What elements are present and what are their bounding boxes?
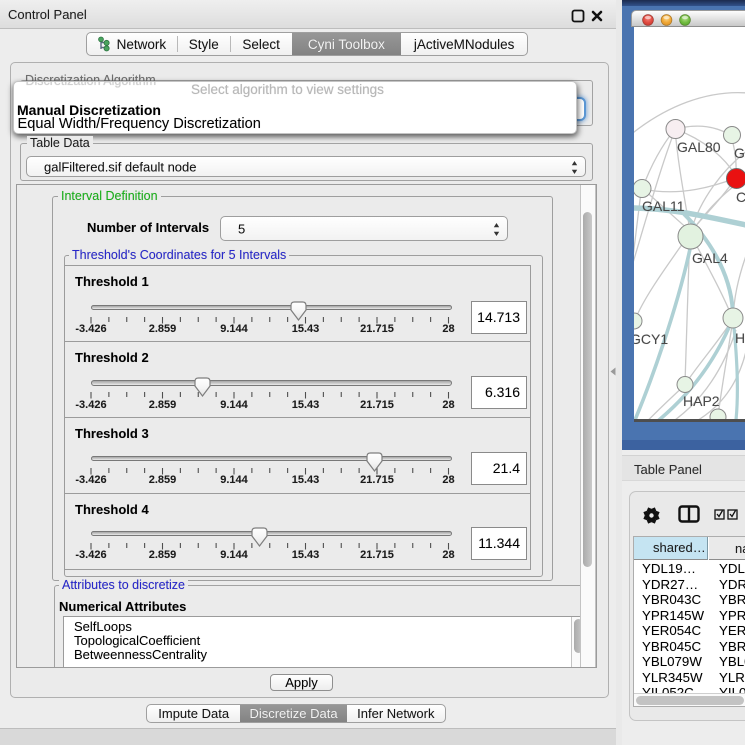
svg-text:GA: GA xyxy=(734,145,745,161)
svg-text:GAL4: GAL4 xyxy=(692,250,728,266)
svg-text:GAL11: GAL11 xyxy=(642,198,685,214)
svg-text:HAP2: HAP2 xyxy=(683,393,720,409)
svg-text:GCY1: GCY1 xyxy=(634,331,668,347)
svg-text:H: H xyxy=(735,330,745,346)
svg-text:GAL80: GAL80 xyxy=(677,139,721,155)
svg-text:C: C xyxy=(736,189,745,205)
